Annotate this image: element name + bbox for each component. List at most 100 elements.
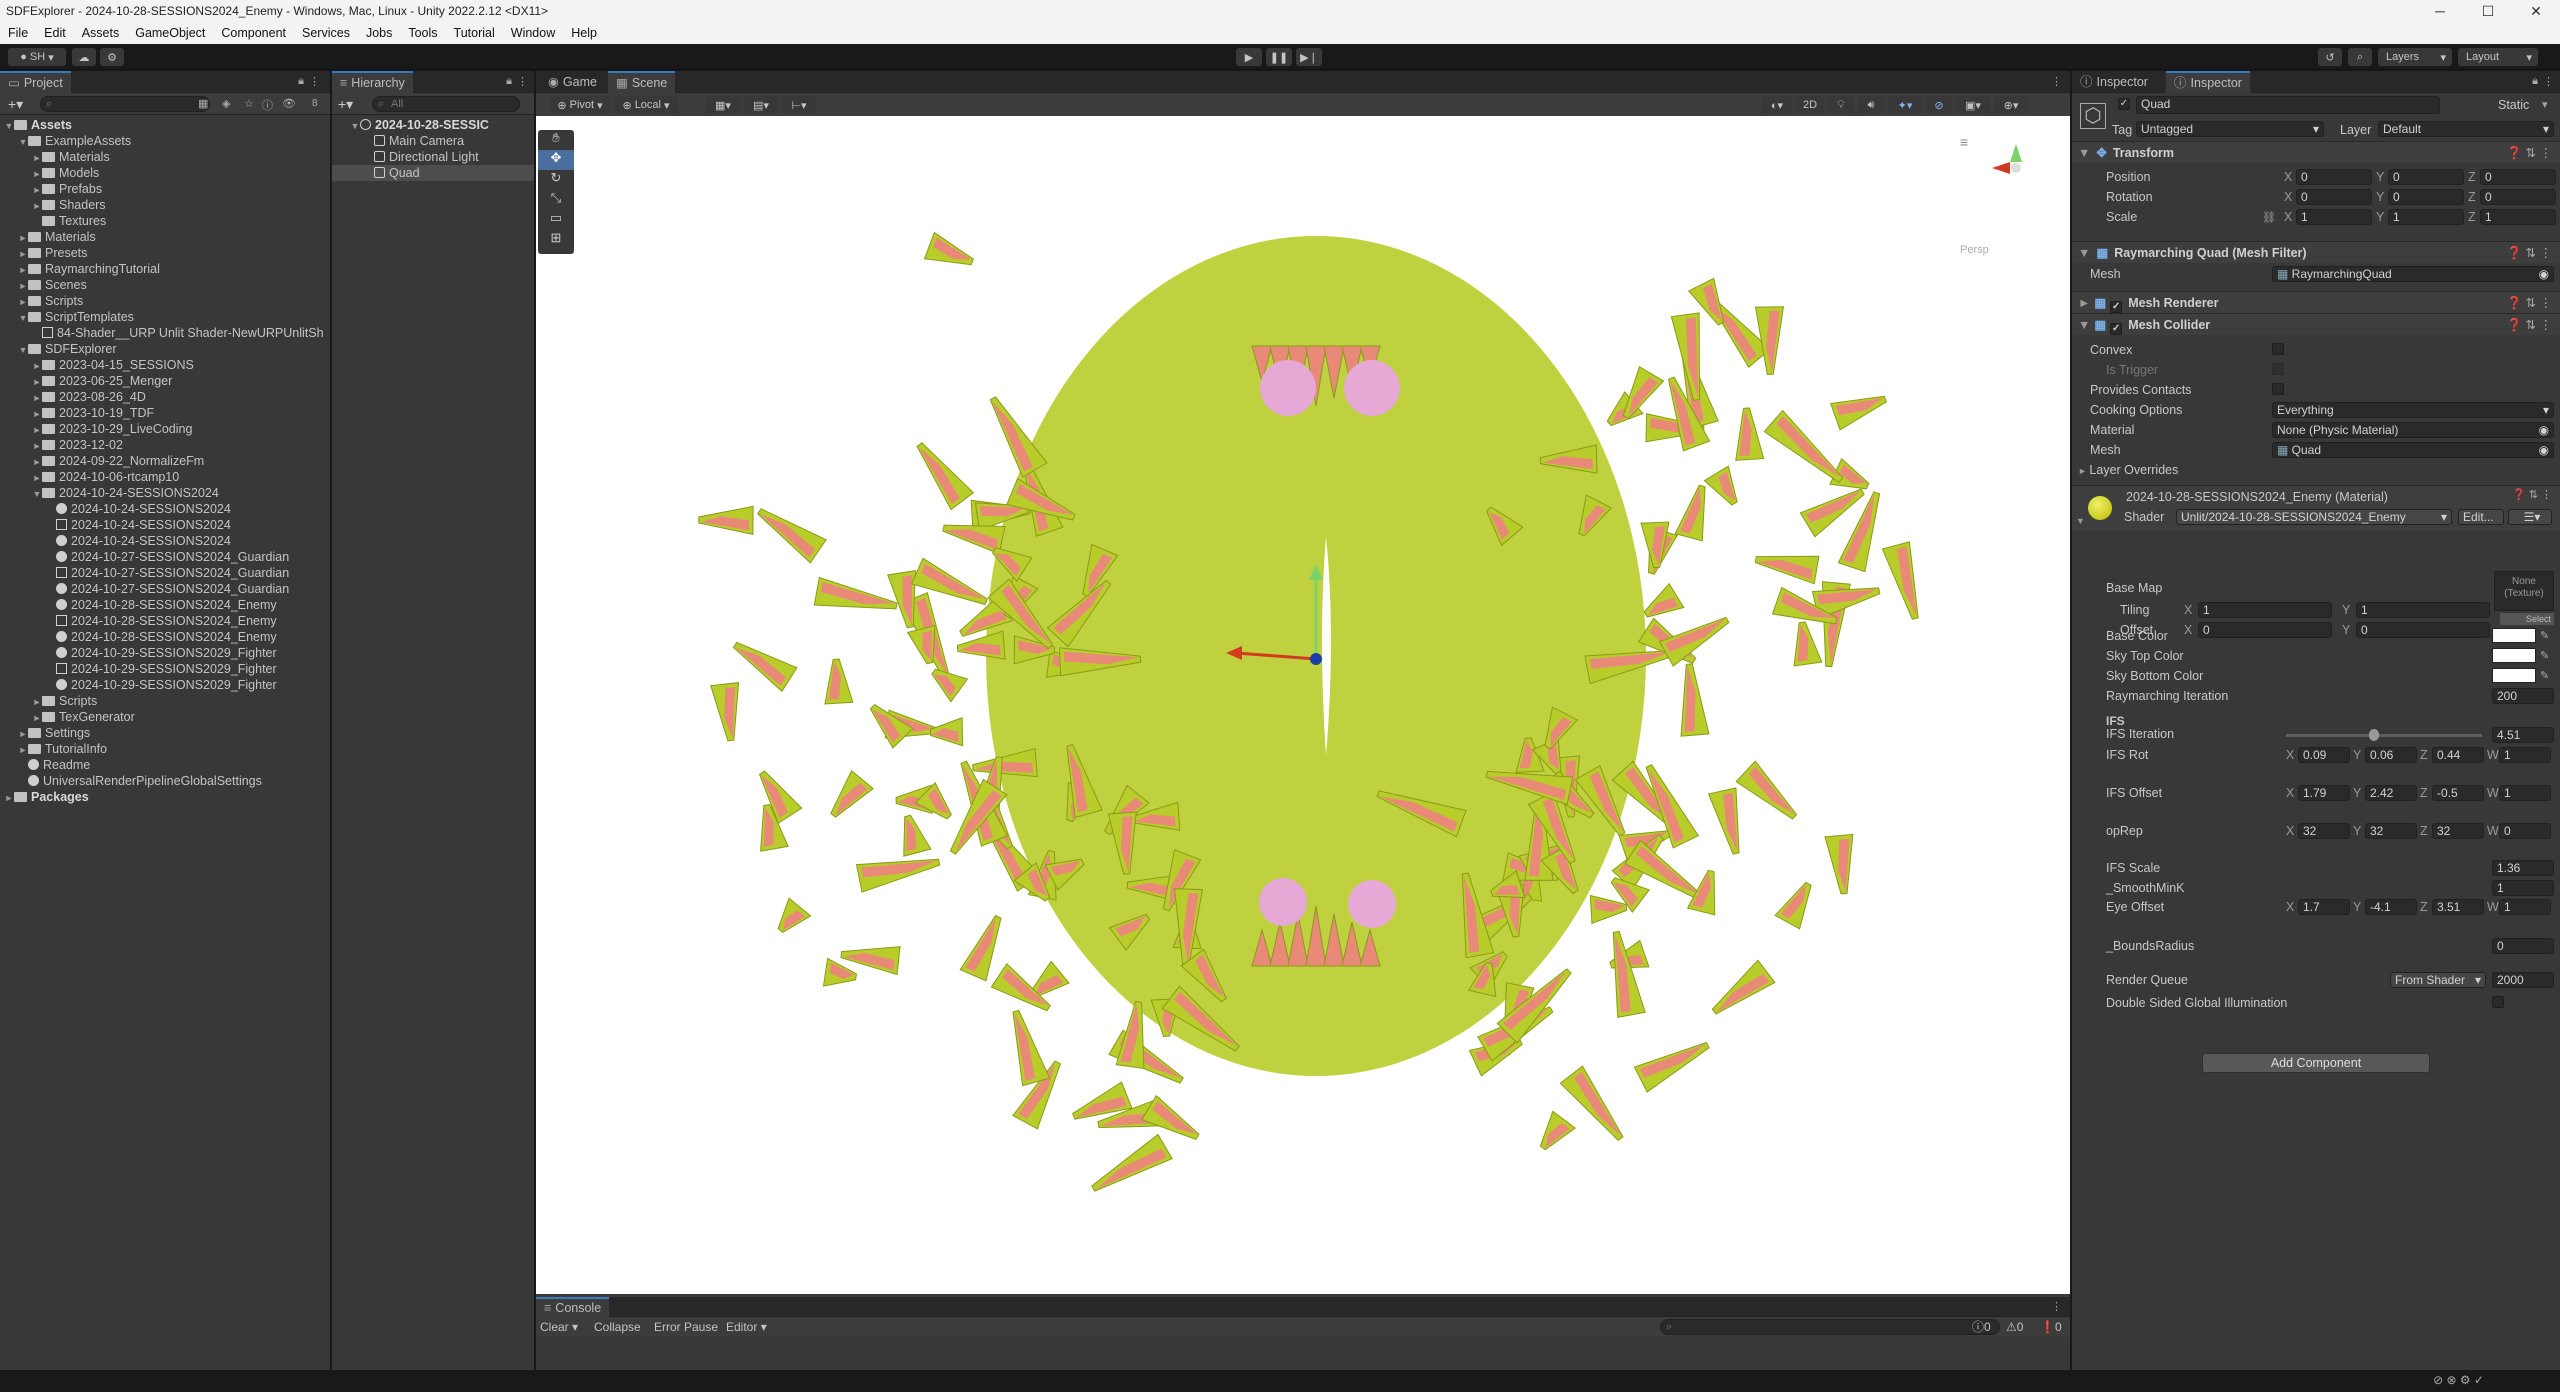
- project-item[interactable]: ► Packages: [0, 789, 330, 805]
- transform-x-field[interactable]: 1: [2296, 209, 2372, 225]
- ifs-iteration-slider-track[interactable]: [2286, 734, 2482, 737]
- lock-icon[interactable]: 🔒︎: [506, 75, 512, 88]
- foldout-arrow-icon[interactable]: ►: [18, 726, 28, 742]
- layers-dropdown[interactable]: Layers ▾: [2378, 48, 2452, 66]
- component-menu-icons[interactable]: ❓ ⇅ ⋮: [2507, 314, 2552, 336]
- cloud-icon[interactable]: ☁: [72, 48, 96, 66]
- rect-tool-icon[interactable]: ▭: [538, 210, 574, 230]
- create-button[interactable]: +▾: [8, 96, 23, 113]
- eye-offset-y-field[interactable]: -4.1: [2365, 899, 2417, 915]
- transform-y-field[interactable]: 0: [2388, 169, 2464, 185]
- project-item[interactable]: 2024-10-29-SESSIONS2029_Fighter: [0, 677, 330, 693]
- foldout-arrow-icon[interactable]: ►: [32, 438, 42, 454]
- bounds-radius-field[interactable]: 0: [2492, 938, 2554, 954]
- transform-z-field[interactable]: 1: [2480, 209, 2556, 225]
- double-sided-gi-checkbox[interactable]: [2492, 996, 2504, 1008]
- object-picker-icon[interactable]: ◉: [2539, 423, 2549, 437]
- clear-button[interactable]: Clear ▾: [540, 1317, 578, 1337]
- toggle-2d-button[interactable]: 2D: [1796, 96, 1824, 114]
- foldout-arrow-icon[interactable]: ▼: [4, 118, 14, 134]
- project-item[interactable]: 84-Shader__URP Unlit Shader-NewURPUnlitS…: [0, 325, 330, 341]
- account-button[interactable]: ● SH ▾: [8, 48, 66, 66]
- op-rep-z-field[interactable]: 32: [2432, 823, 2484, 839]
- effects-icon[interactable]: ✦▾: [1888, 96, 1922, 114]
- tab-console[interactable]: ≡ Console: [536, 1297, 610, 1317]
- cooking-options-dropdown[interactable]: Everything ▾: [2272, 402, 2554, 418]
- material-foldout-icon[interactable]: ▼: [2076, 516, 2085, 526]
- meshcollider-enabled-checkbox[interactable]: ✓: [2110, 323, 2123, 335]
- foldout-arrow-icon[interactable]: ►: [32, 454, 42, 470]
- component-menu-icons[interactable]: ❓ ⇅ ⋮: [2507, 142, 2552, 164]
- eyedropper-icon[interactable]: ✎: [2540, 669, 2549, 682]
- convex-checkbox[interactable]: [2272, 343, 2284, 355]
- hidden-objects-icon[interactable]: ⊘: [1926, 96, 1952, 114]
- tab-game[interactable]: ◉ Game: [540, 71, 605, 93]
- project-item[interactable]: ► 2023-08-26_4D: [0, 389, 330, 405]
- color-swatch[interactable]: [2492, 628, 2536, 643]
- tag-dropdown[interactable]: Untagged ▾: [2136, 121, 2324, 137]
- project-item[interactable]: UniversalRenderPipelineGlobalSettings: [0, 773, 330, 789]
- project-item[interactable]: 2024-10-24-SESSIONS2024: [0, 517, 330, 533]
- lighting-icon[interactable]: 💡︎: [1828, 96, 1854, 114]
- render-queue-mode-dropdown[interactable]: From Shader ▾: [2390, 972, 2486, 988]
- scale-tool-icon[interactable]: ⤡: [538, 190, 574, 210]
- foldout-arrow-icon[interactable]: ►: [32, 406, 42, 422]
- transform-header[interactable]: ▼ ✥ Transform ❓ ⇅ ⋮: [2072, 141, 2560, 163]
- foldout-arrow-icon[interactable]: ►: [32, 198, 42, 214]
- search-icon[interactable]: ⌕: [2348, 48, 2372, 66]
- favorite-icon[interactable]: ☆: [244, 97, 254, 110]
- layer-overrides-foldout[interactable]: ► Layer Overrides: [2078, 463, 2178, 477]
- grid-snap-button[interactable]: ▦▾: [706, 96, 740, 114]
- transform-x-field[interactable]: 0: [2296, 189, 2372, 205]
- component-menu-icons[interactable]: ❓ ⇅ ⋮: [2512, 488, 2552, 501]
- foldout-arrow-icon[interactable]: ►: [32, 390, 42, 406]
- foldout-arrow-icon[interactable]: ►: [18, 262, 28, 278]
- menu-item-edit[interactable]: Edit: [36, 26, 74, 40]
- editor-dropdown[interactable]: Editor ▾: [726, 1317, 767, 1337]
- more-icon[interactable]: ⋮: [517, 75, 528, 88]
- create-button[interactable]: +▾: [338, 96, 353, 113]
- menu-item-jobs[interactable]: Jobs: [358, 26, 400, 40]
- color-swatch[interactable]: [2492, 668, 2536, 683]
- pause-button[interactable]: ❚❚: [1266, 48, 1292, 66]
- filter-type-icon[interactable]: ▦: [198, 97, 208, 110]
- op-rep-w-field[interactable]: 0: [2499, 823, 2551, 839]
- more-icon[interactable]: ⋮: [2543, 75, 2554, 88]
- more-icon[interactable]: ⋮: [2051, 75, 2062, 88]
- project-item[interactable]: 2024-10-27-SESSIONS2024_Guardian: [0, 581, 330, 597]
- menu-item-gameobject[interactable]: GameObject: [127, 26, 213, 40]
- transform-tool-icon[interactable]: ⊞: [538, 230, 574, 250]
- maximize-icon[interactable]: ☐: [2464, 0, 2512, 22]
- warning-count[interactable]: ⚠0: [2006, 1317, 2023, 1337]
- transform-y-field[interactable]: 1: [2388, 209, 2464, 225]
- increment-snap-button[interactable]: ▤▾: [744, 96, 778, 114]
- hand-tool-icon[interactable]: ✋︎: [538, 130, 574, 150]
- collab-icon[interactable]: ⚙: [100, 48, 124, 66]
- foldout-arrow-icon[interactable]: ►: [32, 422, 42, 438]
- project-item[interactable]: ► Materials: [0, 149, 330, 165]
- project-item[interactable]: ► Shaders: [0, 197, 330, 213]
- tab-hierarchy[interactable]: ≡ Hierarchy: [332, 71, 413, 93]
- hidden-packages-icon[interactable]: 👁︎: [282, 97, 296, 110]
- project-item[interactable]: Textures: [0, 213, 330, 229]
- play-button[interactable]: ▶: [1236, 48, 1262, 66]
- mesh-field[interactable]: ▦ RaymarchingQuad ◉: [2272, 266, 2554, 282]
- foldout-arrow-icon[interactable]: ▼: [18, 310, 28, 326]
- project-item[interactable]: ► 2023-10-29_LiveCoding: [0, 421, 330, 437]
- menu-item-services[interactable]: Services: [294, 26, 358, 40]
- project-item[interactable]: ► 2023-04-15_SESSIONS: [0, 357, 330, 373]
- meshfilter-header[interactable]: ▼ ▦ Raymarching Quad (Mesh Filter) ❓ ⇅ ⋮: [2072, 241, 2560, 263]
- ifs-iteration-slider-thumb[interactable]: [2369, 729, 2380, 741]
- step-button[interactable]: ▶❘: [1296, 48, 1322, 66]
- menu-item-help[interactable]: Help: [563, 26, 605, 40]
- more-icon[interactable]: ⋮: [309, 75, 320, 88]
- tiling-y-field[interactable]: 1: [2356, 602, 2490, 618]
- texture-select-button[interactable]: Select: [2500, 613, 2554, 625]
- object-picker-icon[interactable]: ◉: [2539, 443, 2549, 457]
- lock-icon[interactable]: 🔒︎: [2532, 75, 2538, 88]
- op-rep-x-field[interactable]: 32: [2298, 823, 2350, 839]
- project-item[interactable]: ► RaymarchingTutorial: [0, 261, 330, 277]
- material-header[interactable]: 2024-10-28-SESSIONS2024_Enemy (Material)…: [2072, 485, 2560, 531]
- eye-offset-x-field[interactable]: 1.7: [2298, 899, 2350, 915]
- foldout-arrow-icon[interactable]: ▼: [18, 134, 28, 150]
